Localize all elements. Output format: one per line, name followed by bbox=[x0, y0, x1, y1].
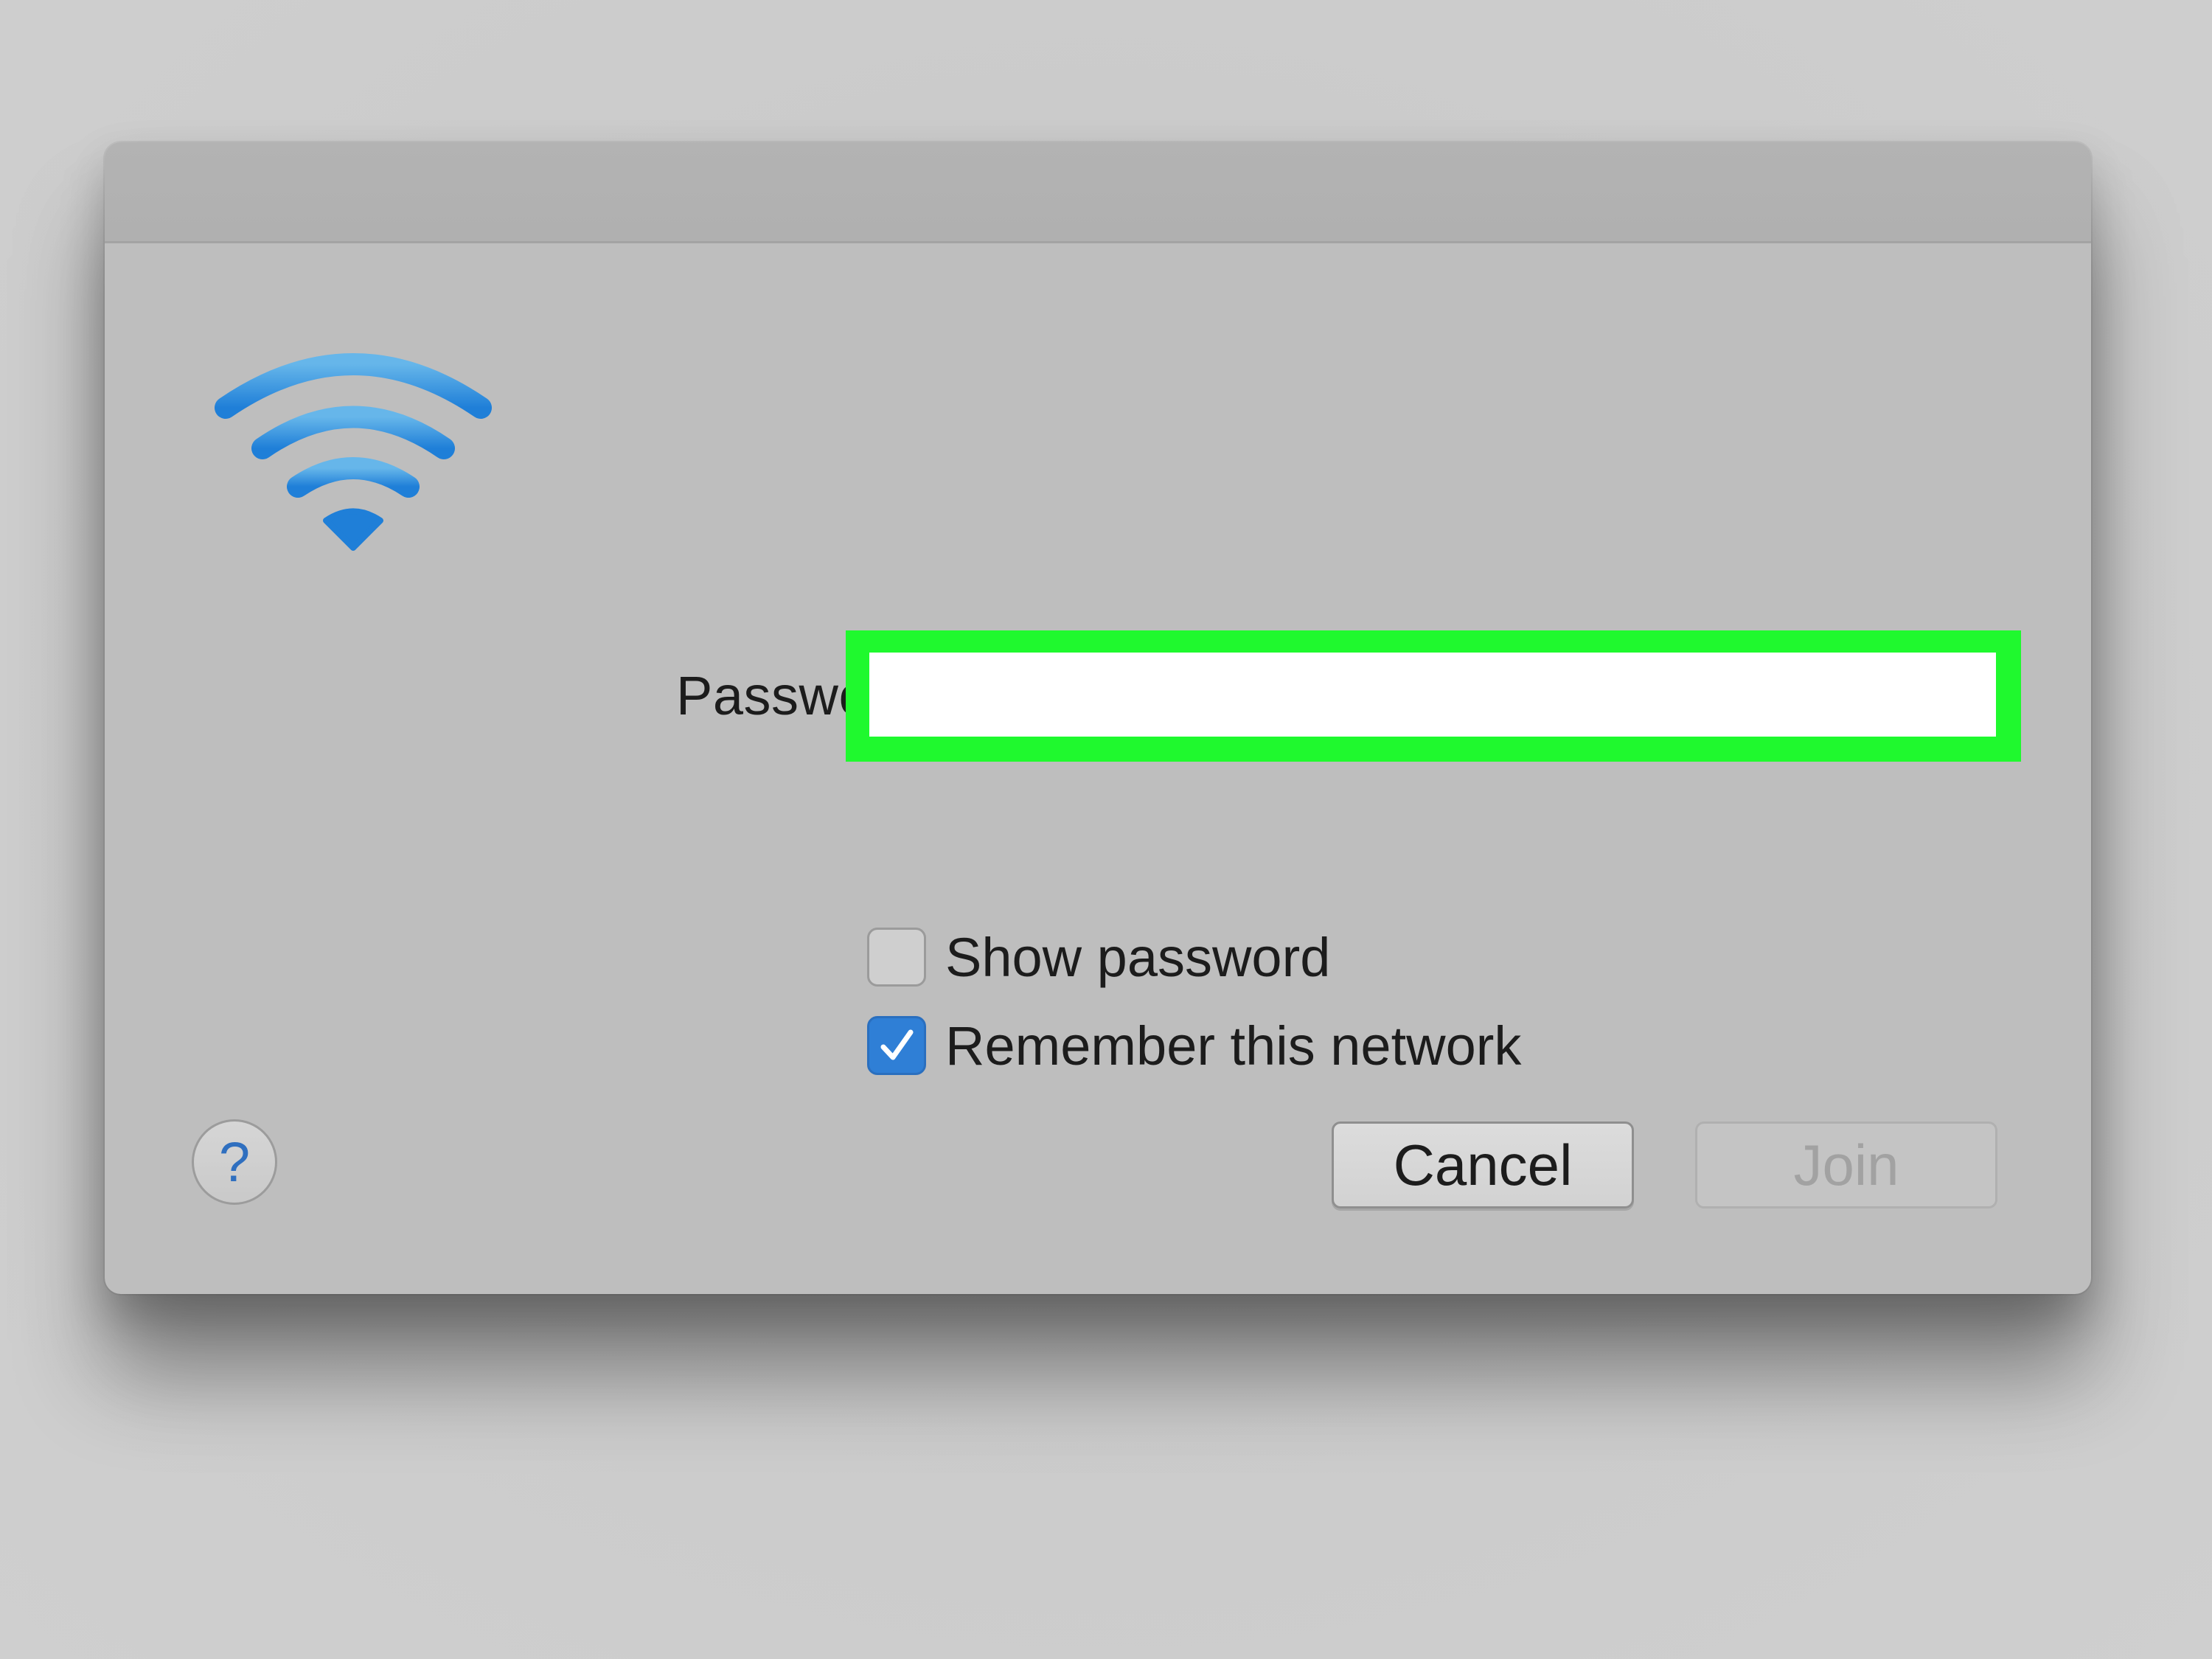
remember-network-label: Remember this network bbox=[945, 1015, 1522, 1077]
cancel-button[interactable]: Cancel bbox=[1332, 1121, 1634, 1208]
dialog-titlebar bbox=[105, 142, 2091, 243]
remember-network-checkbox[interactable] bbox=[867, 1016, 926, 1075]
help-button[interactable]: ? bbox=[192, 1119, 277, 1205]
wifi-icon bbox=[215, 353, 492, 551]
checkmark-icon bbox=[880, 1029, 914, 1060]
help-icon: ? bbox=[218, 1130, 251, 1194]
remember-network-option[interactable]: Remember this network bbox=[867, 1012, 1521, 1079]
join-button[interactable]: Join bbox=[1695, 1121, 1997, 1208]
password-input[interactable] bbox=[869, 653, 1996, 737]
show-password-option[interactable]: Show password bbox=[867, 924, 1330, 990]
wifi-password-dialog: Password: Show password Remember this ne… bbox=[105, 142, 2091, 1294]
show-password-checkbox[interactable] bbox=[867, 928, 926, 987]
show-password-label: Show password bbox=[945, 926, 1331, 988]
